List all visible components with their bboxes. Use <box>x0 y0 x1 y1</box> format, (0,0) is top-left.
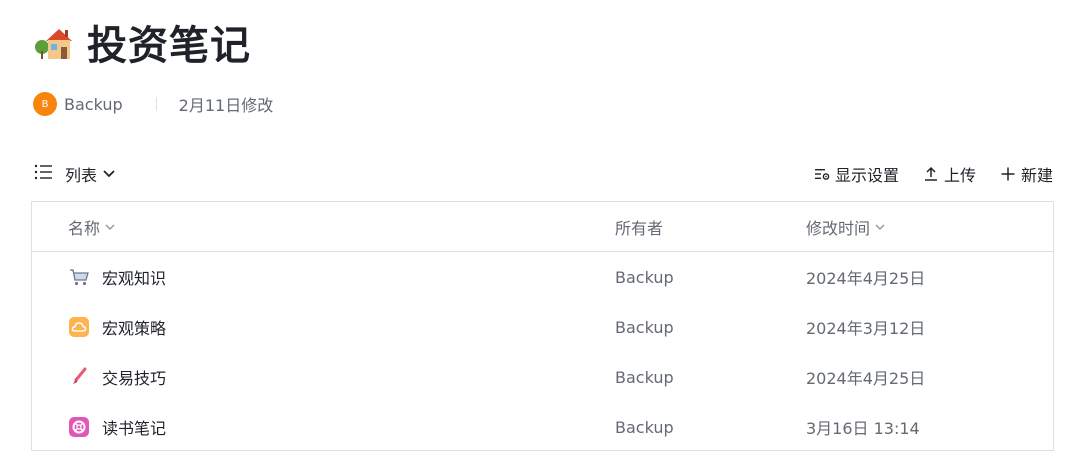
row-name: 读书笔记 <box>102 419 167 438</box>
row-name-cell: 交易技巧 <box>68 352 166 402</box>
chevron-down-icon <box>875 224 885 230</box>
brush-icon <box>68 366 90 388</box>
row-owner: Backup <box>615 367 674 387</box>
row-name-cell: 读书笔记 <box>68 402 166 452</box>
upload-label: 上传 <box>943 166 976 185</box>
chevron-down-icon <box>97 165 116 184</box>
page-title: 投资笔记 <box>87 23 251 69</box>
house-icon[interactable] <box>33 21 75 63</box>
cloud-icon <box>68 316 90 338</box>
column-header-owner: 所有者 <box>615 202 663 252</box>
plus-icon <box>1001 167 1015 181</box>
table-row[interactable]: 交易技巧 Backup 2024年4月25日 <box>32 352 1053 402</box>
lifebuoy-icon <box>68 416 90 438</box>
owner-name[interactable]: Backup <box>64 95 123 114</box>
table-row[interactable]: 读书笔记 Backup 3月16日 13:14 <box>32 402 1053 452</box>
table-header: 名称 所有者 修改时间 <box>32 202 1053 252</box>
file-table: 名称 所有者 修改时间 宏观知识 Backup 2024年4月25日 宏观策略 … <box>31 201 1054 451</box>
toolbar-actions: 显示设置 上传 新建 <box>790 162 1053 186</box>
column-header-modified[interactable]: 修改时间 <box>806 202 886 252</box>
avatar[interactable]: B <box>33 92 57 116</box>
chevron-down-icon <box>105 224 115 230</box>
title-row: 投资笔记 <box>33 14 251 70</box>
list-icon <box>33 162 65 186</box>
row-modified: 2024年3月12日 <box>806 319 926 338</box>
row-modified: 2024年4月25日 <box>806 269 926 288</box>
upload-button[interactable]: 上传 <box>923 162 976 186</box>
column-header-modified-label: 修改时间 <box>806 219 871 238</box>
row-name-cell: 宏观策略 <box>68 302 166 352</box>
upload-icon <box>924 166 937 181</box>
row-modified: 3月16日 13:14 <box>806 419 920 438</box>
row-owner: Backup <box>615 317 674 337</box>
row-name: 宏观策略 <box>102 319 167 338</box>
column-header-owner-label: 所有者 <box>615 219 664 238</box>
table-row[interactable]: 宏观策略 Backup 2024年3月12日 <box>32 302 1053 352</box>
column-header-name-label: 名称 <box>68 219 101 238</box>
meta-row: B Backup 2月11日修改 <box>33 90 273 118</box>
display-settings-button[interactable]: 显示设置 <box>814 162 899 186</box>
view-label: 列表 <box>65 166 98 185</box>
shopping-cart-icon <box>68 266 90 288</box>
new-label: 新建 <box>1020 166 1053 185</box>
table-row[interactable]: 宏观知识 Backup 2024年4月25日 <box>32 252 1053 302</box>
row-name-cell: 宏观知识 <box>68 252 166 302</box>
new-button[interactable]: 新建 <box>1000 162 1053 186</box>
toolbar: 列表 显示设置 上传 新建 <box>33 158 1053 190</box>
column-header-name[interactable]: 名称 <box>68 202 116 252</box>
row-name: 宏观知识 <box>102 269 167 288</box>
row-owner: Backup <box>615 417 674 437</box>
row-name: 交易技巧 <box>102 369 167 388</box>
display-settings-icon <box>814 169 830 180</box>
meta-divider <box>155 97 157 111</box>
display-settings-label: 显示设置 <box>834 166 899 185</box>
modified-time: 2月11日修改 <box>178 96 274 115</box>
row-modified: 2024年4月25日 <box>806 369 926 388</box>
view-switcher[interactable]: 列表 <box>33 162 116 186</box>
document-page: 投资笔记 B Backup 2月11日修改 列表 显示设置 上传 新建 名称 所… <box>0 0 1077 476</box>
row-owner: Backup <box>615 267 674 287</box>
